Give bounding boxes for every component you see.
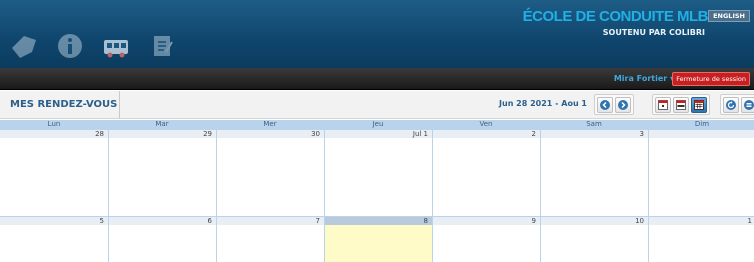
calendar-toolbar: MES RENDEZ-VOUS Jun 28 2021 - Aou 1 [0,91,754,119]
day-cell[interactable] [648,129,754,216]
day-number: 10 [541,216,648,225]
logout-button[interactable]: Fermeture de session [672,72,750,86]
day-cell[interactable]: 3 [540,129,648,216]
calendar-week: 5 6 7 8 9 10 1 [0,216,754,262]
day-number: 1 [649,216,754,225]
day-cell-today[interactable]: 8 [324,216,432,262]
info-icon[interactable] [54,30,86,62]
day-cell[interactable]: 9 [432,216,540,262]
day-view-button[interactable] [655,97,671,113]
day-cell[interactable]: 30 [216,129,324,216]
app-header: ÉCOLE DE CONDUITE MLB SOUTENU PAR COLIBR… [0,0,754,68]
brand-block: ÉCOLE DE CONDUITE MLB SOUTENU PAR COLIBR… [522,8,709,37]
day-number: 8 [325,216,432,225]
day-number: 6 [109,216,216,225]
day-cell[interactable]: 6 [108,216,216,262]
language-button[interactable]: ENGLISH [708,10,750,22]
bus-icon[interactable] [100,30,132,62]
day-cell[interactable]: 10 [540,216,648,262]
weekday-label: Jeu [372,120,384,128]
list-icon [744,100,754,110]
month-view-button[interactable] [691,97,707,113]
main-nav [8,18,178,62]
app-window: ÉCOLE DE CONDUITE MLB SOUTENU PAR COLIBR… [0,0,754,262]
weekday-label: Lun [47,120,61,128]
next-period-button[interactable] [615,97,631,113]
user-menu[interactable]: Mira Fortier ▾ [614,74,674,83]
page-title: MES RENDEZ-VOUS [0,91,120,118]
extra-tools-group [720,94,754,115]
document-icon[interactable] [146,30,178,62]
day-cell[interactable]: 2 [432,129,540,216]
day-view-icon [658,100,668,110]
day-cell[interactable]: 29 [108,129,216,216]
weekday-label: Dim [694,120,710,128]
user-bar: Mira Fortier ▾ Fermeture de session [0,68,754,90]
week-view-button[interactable] [673,97,689,113]
weekday-label: Sam [586,120,602,128]
weekday-label: Mar [155,120,169,128]
day-cell[interactable]: 1 [648,216,754,262]
day-number: 3 [541,129,648,138]
weekday-header: Lun Mar Mer Jeu Ven Sam Dim [0,120,754,129]
day-number [649,129,754,138]
refresh-icon [726,100,736,110]
day-number: 9 [433,216,540,225]
month-calendar: Lun Mar Mer Jeu Ven Sam Dim 28 29 30 Jul… [0,120,754,262]
day-number: 30 [217,129,324,138]
prev-period-button[interactable] [597,97,613,113]
day-number: 28 [0,129,108,138]
prev-icon [600,100,610,110]
refresh-button[interactable] [723,97,739,113]
day-cell[interactable]: 28 [0,129,108,216]
next-icon [618,100,628,110]
tag-icon[interactable] [8,30,40,62]
period-nav-group [594,94,634,115]
calendar-week: 28 29 30 Jul 1 2 3 [0,129,754,216]
brand-subtitle: SOUTENU PAR COLIBRI [602,28,705,37]
day-cell[interactable]: 7 [216,216,324,262]
weekday-label: Ven [479,120,493,128]
day-cell[interactable]: Jul 1 [324,129,432,216]
day-number: 5 [0,216,108,225]
day-number: Jul 1 [325,129,432,138]
list-view-button[interactable] [741,97,754,113]
day-cell[interactable]: 5 [0,216,108,262]
brand-title: ÉCOLE DE CONDUITE MLB [522,8,709,25]
weekday-label: Mer [263,120,277,128]
week-view-icon [676,100,686,110]
month-view-icon [694,100,704,110]
date-range-label: Jun 28 2021 - Aou 1 [499,99,587,108]
view-switch-group [652,94,710,115]
day-number: 29 [109,129,216,138]
day-number: 2 [433,129,540,138]
day-number: 7 [217,216,324,225]
today-highlight [325,225,432,262]
